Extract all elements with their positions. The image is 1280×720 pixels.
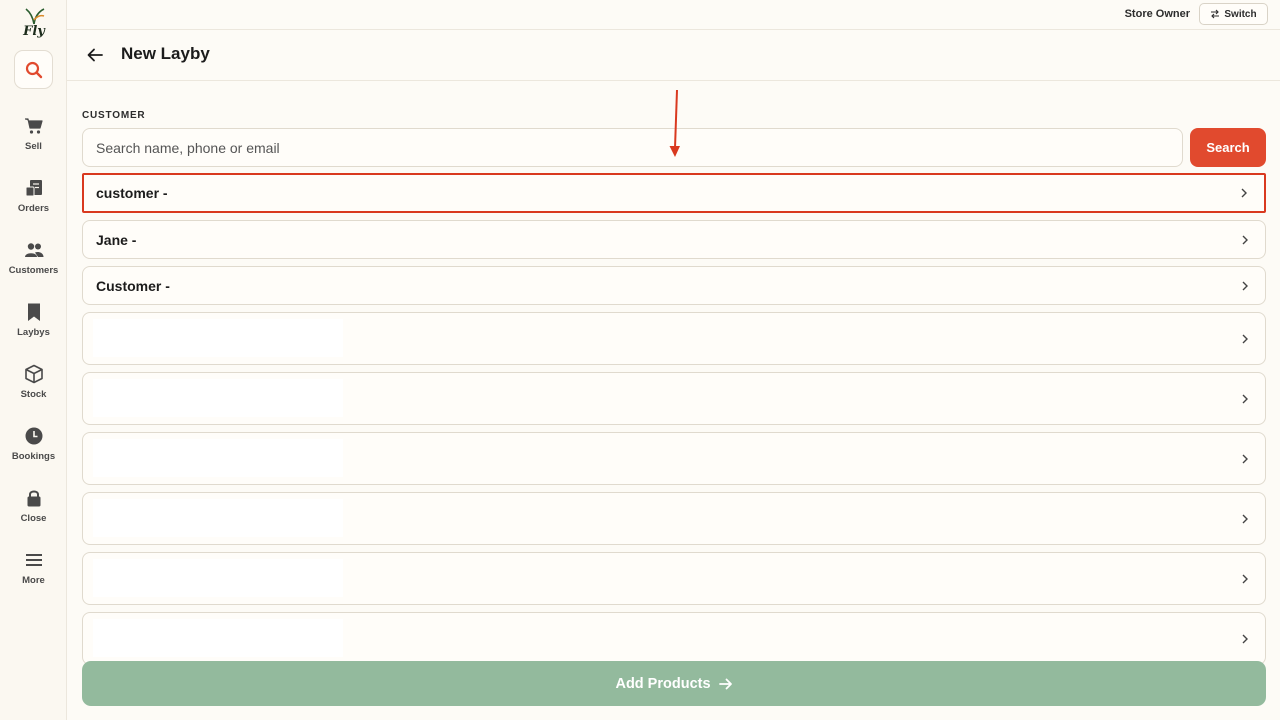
chevron-right-icon: [1242, 634, 1248, 643]
placeholder-row[interactable]: [82, 312, 1266, 365]
add-products-button[interactable]: Add Products: [82, 661, 1266, 706]
chevron-right-icon: [1242, 334, 1248, 343]
arrow-right-icon: [718, 678, 732, 689]
sidebar-item-label: Orders: [17, 203, 50, 214]
sidebar-item-more[interactable]: More: [0, 546, 67, 596]
sidebar-item-label: Customers: [8, 265, 59, 276]
placeholder-row[interactable]: [82, 372, 1266, 425]
customer-result-row[interactable]: Customer -: [82, 266, 1266, 305]
chevron-right-icon: [1242, 514, 1248, 523]
users-icon: [24, 243, 43, 257]
arrow-left-icon: [87, 48, 103, 62]
loading-skeleton: [93, 619, 343, 657]
loading-skeleton: [93, 379, 343, 417]
sidebar-item-sell[interactable]: Sell: [0, 112, 67, 162]
switch-user-button[interactable]: Switch: [1199, 3, 1268, 25]
placeholder-row[interactable]: [82, 612, 1266, 665]
page-header: New Layby: [67, 30, 1280, 81]
customer-result-row[interactable]: customer -: [82, 173, 1266, 213]
search-icon: [25, 61, 42, 78]
back-button[interactable]: [84, 44, 106, 66]
loading-skeleton: [93, 439, 343, 477]
cart-icon: [24, 118, 43, 134]
user-role-label: Store Owner: [1124, 8, 1190, 20]
sidebar-item-orders[interactable]: Orders: [0, 174, 67, 224]
loading-skeleton: [93, 499, 343, 537]
loading-skeleton: [93, 559, 343, 597]
logo-text: Fly: [23, 24, 45, 39]
box-icon: [24, 364, 43, 384]
page-title: New Layby: [121, 44, 210, 63]
sidebar: Fly Sell Orders Customers Laybys Stock B…: [0, 0, 67, 720]
chevron-right-icon: [1242, 394, 1248, 403]
chevron-right-icon: [1242, 235, 1248, 244]
sidebar-item-label: Laybys: [17, 327, 50, 338]
leaf-logo-icon: [25, 8, 45, 25]
topbar: Store Owner Switch: [67, 0, 1280, 30]
switch-label: Switch: [1224, 8, 1257, 20]
menu-icon: [25, 554, 42, 566]
chevron-right-icon: [1242, 454, 1248, 463]
chevron-right-icon: [1242, 281, 1248, 290]
sidebar-search-button[interactable]: [14, 50, 53, 89]
customer-section-label: CUSTOMER: [82, 110, 146, 121]
chevron-right-icon: [1241, 188, 1247, 198]
customer-search-input[interactable]: [82, 128, 1183, 167]
sidebar-item-stock[interactable]: Stock: [0, 360, 67, 410]
customer-name: customer -: [96, 185, 168, 201]
sidebar-item-customers[interactable]: Customers: [0, 236, 67, 286]
placeholder-row[interactable]: [82, 432, 1266, 485]
sidebar-item-label: Close: [20, 513, 47, 524]
customer-name: Jane -: [96, 231, 137, 248]
search-button[interactable]: Search: [1190, 128, 1266, 167]
swap-arrows-icon: [1211, 9, 1220, 19]
loading-skeleton: [93, 319, 343, 357]
sidebar-item-label: More: [22, 575, 45, 586]
clock-icon: [25, 427, 42, 445]
bookmark-icon: [27, 303, 40, 321]
sidebar-item-close[interactable]: Close: [0, 484, 67, 534]
chevron-right-icon: [1242, 574, 1248, 583]
placeholder-row[interactable]: [82, 552, 1266, 605]
fly-logo[interactable]: Fly: [17, 6, 51, 42]
placeholder-row[interactable]: [82, 492, 1266, 545]
customer-result-row[interactable]: Jane -: [82, 220, 1266, 259]
customer-name: Customer -: [96, 277, 170, 294]
receipt-icon: [25, 180, 42, 197]
sidebar-item-laybys[interactable]: Laybys: [0, 298, 67, 348]
sidebar-item-bookings[interactable]: Bookings: [0, 422, 67, 472]
add-products-label: Add Products: [615, 675, 711, 692]
sidebar-item-label: Bookings: [11, 451, 56, 462]
sidebar-item-label: Sell: [25, 141, 42, 152]
lock-icon: [27, 490, 40, 507]
sidebar-item-label: Stock: [20, 389, 47, 400]
